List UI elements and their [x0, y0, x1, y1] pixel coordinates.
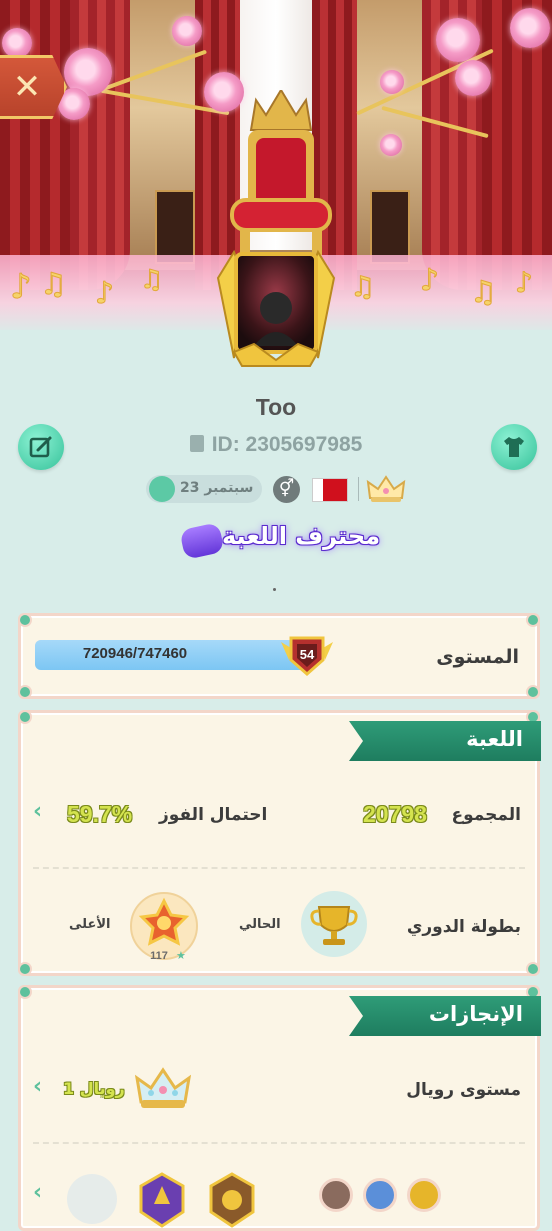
highest-league-number: 117 — [150, 950, 168, 962]
title-badge-text: محترف اللعبة — [222, 522, 381, 550]
outfit-button[interactable] — [491, 424, 537, 470]
level-label: المستوى — [436, 646, 519, 668]
total-games-label: المجموع — [451, 805, 521, 825]
achievements-section-title: الإنجازات — [428, 1002, 523, 1026]
achievement-slot-empty[interactable] — [67, 1174, 117, 1224]
edit-icon — [29, 436, 52, 458]
rose-decoration — [510, 8, 550, 48]
rose-decoration — [380, 70, 404, 94]
game-section-title: اللعبة — [466, 727, 523, 751]
title-badge[interactable]: محترف اللعبة — [179, 518, 380, 562]
svg-text:♪: ♪ — [95, 276, 114, 311]
document-icon — [189, 435, 204, 452]
profile-badges: 23 سبتمبر ⚥ — [146, 474, 406, 504]
svg-text:♫: ♫ — [40, 267, 67, 302]
shirt-icon — [504, 437, 524, 457]
avatar[interactable] — [214, 248, 338, 368]
player-name: Too — [255, 394, 297, 420]
birthday-text: 23 سبتمبر — [180, 480, 254, 496]
highest-league-label: الأعلى — [69, 917, 111, 932]
rose-decoration — [455, 60, 491, 96]
lamp-left — [155, 190, 195, 264]
win-rate-label: احتمال الفوز — [159, 805, 268, 825]
svg-text:♪: ♪ — [515, 266, 533, 299]
rose-decoration — [436, 18, 480, 62]
divider — [358, 477, 359, 501]
svg-text:♪: ♪ — [420, 263, 439, 298]
level-shield-icon: 54 — [281, 636, 333, 676]
royal-level-label: مستوى رويال — [406, 1080, 521, 1100]
chevron-left-icon[interactable]: ‹ — [33, 799, 42, 824]
throne-icon — [230, 90, 332, 268]
gamepad-icon — [179, 522, 225, 560]
medal-bronze-icon — [319, 1178, 353, 1212]
rose-decoration — [2, 28, 32, 58]
xp-progress-text: 720946/747460 — [82, 645, 188, 662]
svg-text:♫: ♫ — [140, 265, 163, 295]
current-league-badge[interactable] — [301, 891, 367, 957]
chevron-left-icon[interactable]: ‹ — [33, 1074, 42, 1099]
player-id-text: ID: 2305697985 — [211, 433, 363, 456]
svg-text:♫: ♫ — [350, 270, 375, 303]
medal-gold-icon — [407, 1178, 441, 1212]
royal-level-value: رويال 1 — [63, 1079, 125, 1098]
current-league-label: الحالي — [239, 917, 281, 932]
player-id[interactable]: ID: 2305697985 — [0, 433, 552, 457]
xp-progress-bar: 720946/747460 — [35, 640, 315, 670]
svg-text:♫: ♫ — [470, 275, 497, 310]
rose-decoration — [172, 16, 202, 46]
royal-crown-icon[interactable] — [135, 1066, 191, 1112]
bahrain-flag-icon — [312, 478, 348, 502]
birthday-badge: 23 سبتمبر — [146, 475, 262, 503]
total-games-value: 20798 — [363, 801, 427, 827]
divider-dashed — [33, 1142, 525, 1144]
edit-profile-button[interactable] — [18, 424, 64, 470]
gender-icon: ⚥ — [273, 476, 300, 503]
league-label: بطولة الدوري — [406, 917, 521, 937]
achievement-badge-icon[interactable] — [137, 1172, 187, 1228]
rose-decoration — [380, 134, 402, 156]
lamp-right — [370, 190, 410, 264]
achievement-badge-icon[interactable] — [207, 1172, 257, 1228]
svg-text:♪: ♪ — [10, 267, 32, 307]
level-card: 720946/747460 54 المستوى — [18, 613, 540, 699]
game-stats-card: اللعبة ‹ 59.7% احتمال الفوز 20798 المجمو… — [18, 710, 541, 976]
crown-icon[interactable] — [366, 474, 406, 504]
win-rate-value: 59.7% — [67, 801, 133, 827]
rose-decoration — [204, 72, 244, 112]
achievements-card: الإنجازات ‹ رويال 1 مستوى رويال ‹ — [18, 985, 541, 1231]
divider-dashed — [33, 867, 525, 869]
highest-league-badge[interactable]: 117 ★ — [129, 891, 199, 963]
game-section-ribbon: اللعبة — [349, 721, 541, 761]
svg-text:★: ★ — [176, 949, 186, 962]
close-icon: ✕ — [12, 67, 42, 107]
trophy-icon — [310, 906, 358, 945]
cake-icon — [149, 476, 175, 502]
level-number: 54 — [300, 647, 315, 662]
curtain-left-inner — [70, 0, 130, 290]
chevron-left-icon[interactable]: ‹ — [33, 1180, 42, 1205]
medal-blue-icon — [363, 1178, 397, 1212]
page-indicator-dot — [273, 588, 276, 591]
achievements-section-ribbon: الإنجازات — [349, 996, 541, 1036]
